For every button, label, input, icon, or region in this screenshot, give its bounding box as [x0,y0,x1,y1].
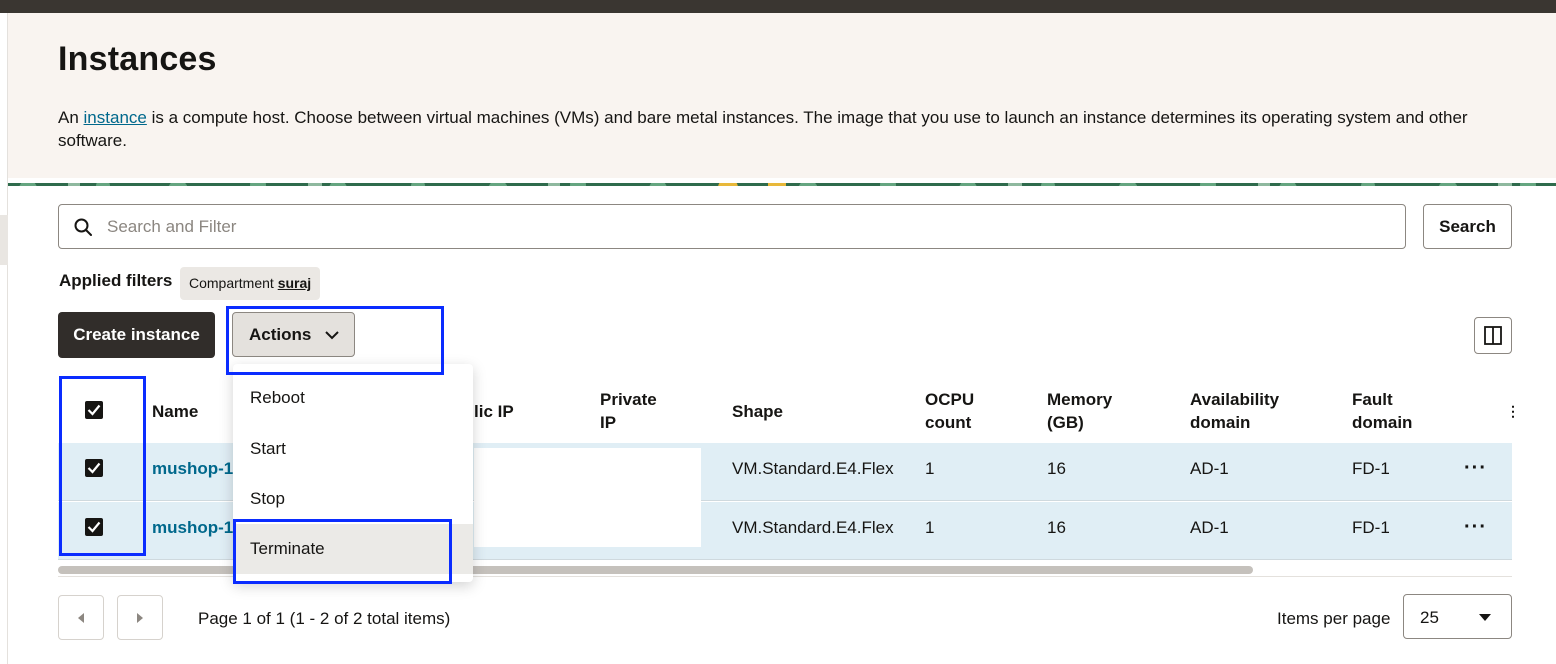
row-checkbox[interactable] [85,518,103,536]
menu-item-terminate[interactable]: Terminate [233,524,473,574]
page-title: Instances [58,40,217,78]
search-icon [74,218,92,236]
column-header-availability-line1: Availability [1190,390,1280,409]
cell-availability-domain: AD-1 [1190,459,1229,478]
instance-name-link[interactable]: mushop-1 [152,518,233,538]
check-icon [87,404,101,416]
column-header-availability-line2: domain [1190,413,1251,432]
cell-shape: VM.Standard.E4.Flex [732,459,894,478]
left-rail [0,13,8,664]
column-header-fault-line1: Fault [1352,390,1393,409]
column-settings-button[interactable] [1474,317,1512,354]
select-all-checkbox[interactable] [85,401,103,419]
menu-item-stop[interactable]: Stop [233,474,473,524]
caret-right-icon [137,613,143,623]
instance-name-link[interactable]: mushop-1 [152,459,233,479]
cell-availability-domain: AD-1 [1190,518,1229,537]
column-header-memory-line2: (GB) [1047,413,1084,432]
caret-left-icon [78,613,84,623]
menu-item-reboot[interactable]: Reboot [233,373,473,423]
compartment-filter-chip[interactable]: Compartment suraj [180,267,321,300]
items-per-page-label: Items per page [1277,609,1391,628]
cell-fault-domain: FD-1 [1352,518,1390,537]
page-header: Instances An instance is a compute host.… [8,13,1556,178]
header-decorative-band [8,178,1556,186]
page-description: An instance is a compute host. Choose be… [58,106,1498,152]
chip-key: Compartment [189,275,278,291]
menu-item-start[interactable]: Start [233,424,473,474]
column-header-shape[interactable]: Shape [732,400,783,423]
column-header-ocpu-line2: count [925,413,972,432]
pagination-status: Page 1 of 1 (1 - 2 of 2 total items) [198,609,451,628]
next-page-button[interactable] [117,595,163,640]
chevron-down-icon [325,331,339,340]
instance-doc-link[interactable]: instance [84,108,147,127]
items-per-page-value: 25 [1420,608,1439,627]
cell-fault-domain: FD-1 [1352,459,1390,478]
cell-memory: 16 [1047,459,1066,478]
cell-memory: 16 [1047,518,1066,537]
search-button[interactable]: Search [1423,204,1512,249]
actions-dropdown-menu: Reboot Start Stop Terminate [233,364,473,582]
left-rail-handle[interactable] [0,215,8,265]
column-header-private-ip[interactable]: Private IP [600,388,657,434]
cell-ocpu: 1 [925,518,935,537]
cell-shape: VM.Standard.E4.Flex [732,518,894,537]
columns-icon [1484,326,1502,345]
column-header-fault-line2: domain [1352,413,1413,432]
column-header-ocpu[interactable]: OCPU count [925,388,974,434]
caret-down-icon [1479,614,1491,621]
column-header-memory-line1: Memory [1047,390,1113,409]
applied-filters-label: Applied filters [59,271,173,290]
actions-button[interactable]: Actions [232,312,355,357]
column-header-private-ip-line1: Private [600,390,657,409]
check-icon [87,521,101,533]
column-header-availability-domain[interactable]: Availability domain [1190,388,1279,434]
column-header-name[interactable]: Name [152,400,198,423]
column-header-ocpu-line1: OCPU [925,390,975,409]
column-header-more[interactable]: ⋮ [1506,400,1520,423]
actions-label: Actions [249,324,312,344]
column-header-private-ip-line2: IP [600,413,617,432]
search-input[interactable] [105,206,1385,247]
check-icon [87,462,101,474]
previous-page-button[interactable] [58,595,104,640]
items-per-page-select[interactable]: 25 [1403,594,1512,639]
row-actions-menu-icon[interactable]: ··· [1464,457,1487,480]
column-header-fault-domain[interactable]: Fault domain [1352,388,1412,434]
redacted-ip-cells [474,448,701,547]
column-header-memory[interactable]: Memory (GB) [1047,388,1112,434]
description-text-start: An [58,108,84,127]
create-instance-button[interactable]: Create instance [58,312,215,358]
top-bar [0,0,1556,13]
chip-value[interactable]: suraj [278,275,311,291]
row-actions-menu-icon[interactable]: ··· [1464,516,1487,539]
search-field[interactable] [58,204,1406,249]
cell-ocpu: 1 [925,459,935,478]
row-checkbox[interactable] [85,459,103,477]
description-text-end: is a compute host. Choose between virtua… [58,108,1468,150]
column-header-public-ip[interactable]: lic IP [474,400,514,423]
